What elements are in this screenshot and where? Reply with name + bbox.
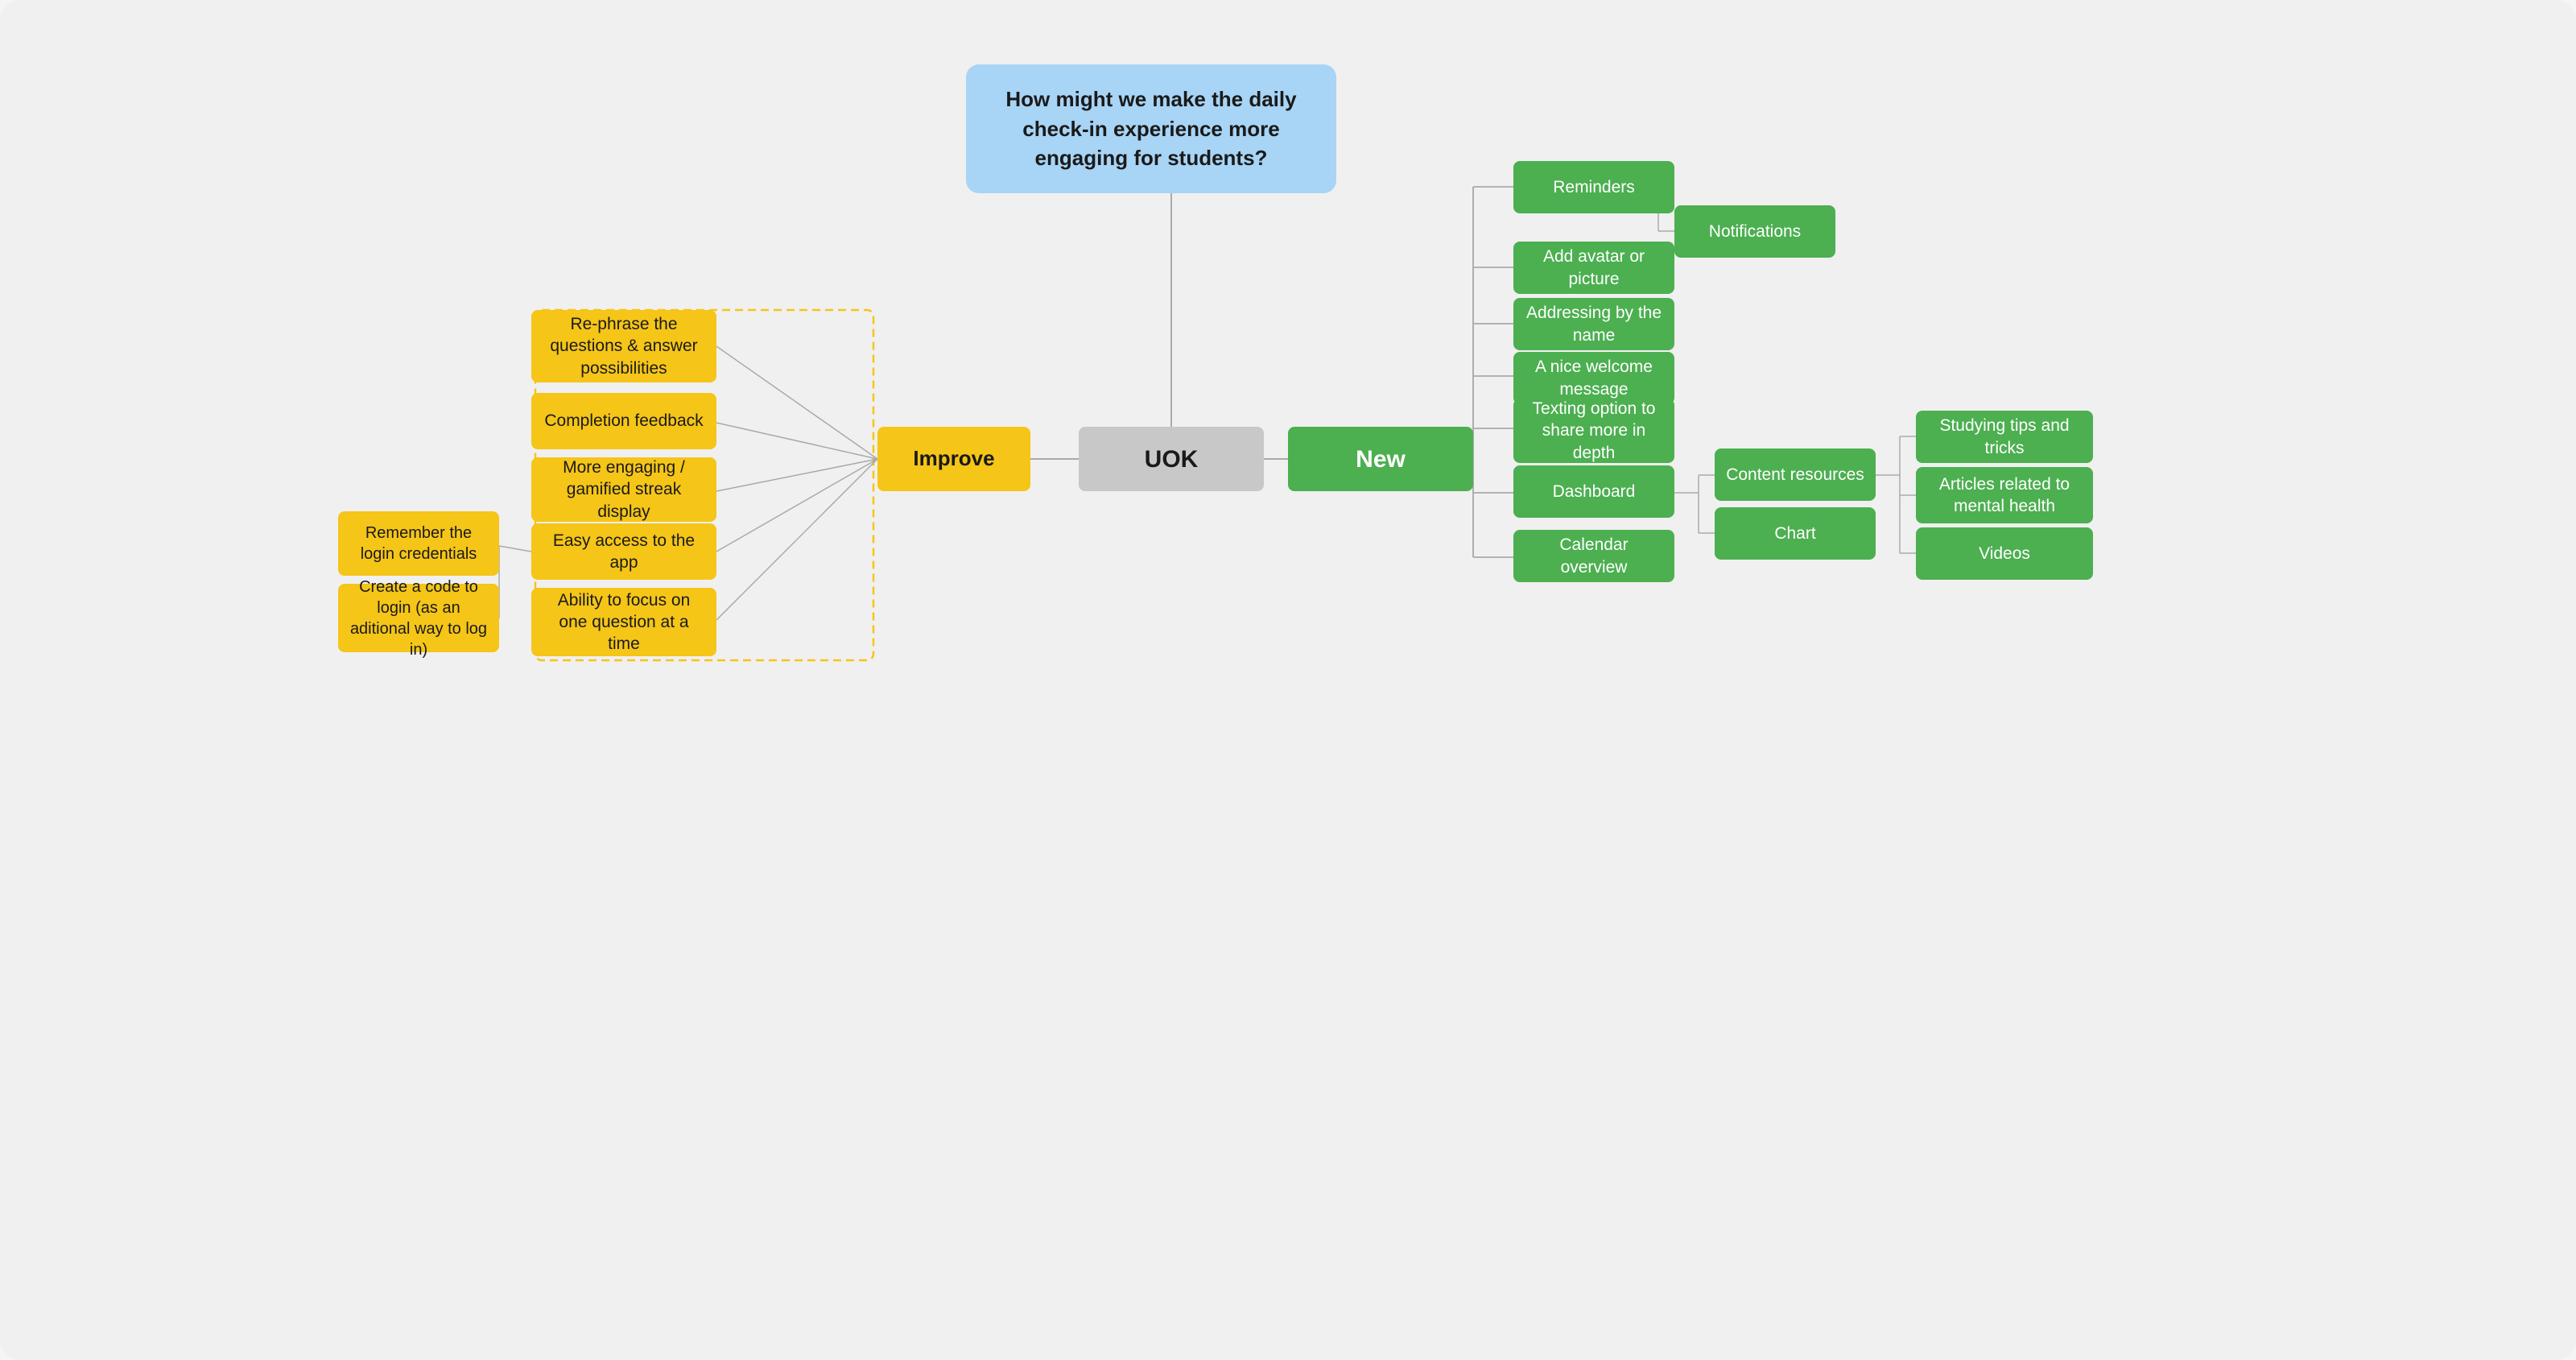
easy-access-node[interactable]: Easy access to the app — [531, 523, 716, 580]
welcome-message-node[interactable]: A nice welcome message — [1513, 352, 1674, 404]
reminders-node[interactable]: Reminders — [1513, 161, 1674, 213]
completion-feedback-node[interactable]: Completion feedback — [531, 393, 716, 449]
chart-node[interactable]: Chart — [1715, 507, 1876, 560]
dashboard-node[interactable]: Dashboard — [1513, 465, 1674, 518]
content-resources-node[interactable]: Content resources — [1715, 449, 1876, 501]
uok-node[interactable]: UOK — [1079, 427, 1264, 491]
rephrase-node[interactable]: Re-phrase the questions & answer possibi… — [531, 310, 716, 382]
videos-node[interactable]: Videos — [1916, 527, 2093, 580]
articles-mental-node[interactable]: Articles related to mental health — [1916, 467, 2093, 523]
mindmap-canvas: How might we make the daily check-in exp… — [0, 0, 2576, 1360]
notifications-node[interactable]: Notifications — [1674, 205, 1835, 258]
texting-option-node[interactable]: Texting option to share more in depth — [1513, 399, 1674, 463]
add-avatar-node[interactable]: Add avatar or picture — [1513, 242, 1674, 294]
studying-tips-node[interactable]: Studying tips and tricks — [1916, 411, 2093, 463]
connections-svg — [0, 0, 2576, 1360]
calendar-overview-node[interactable]: Calendar overview — [1513, 530, 1674, 582]
ability-focus-node[interactable]: Ability to focus on one question at a ti… — [531, 588, 716, 656]
new-node[interactable]: New — [1288, 427, 1473, 491]
create-code-node[interactable]: Create a code to login (as an aditional … — [338, 584, 499, 652]
remember-login-node[interactable]: Remember the login credentials — [338, 511, 499, 576]
improve-node[interactable]: Improve — [877, 427, 1030, 491]
more-engaging-node[interactable]: More engaging / gamified streak display — [531, 457, 716, 522]
addressing-name-node[interactable]: Addressing by the name — [1513, 298, 1674, 350]
central-question-node[interactable]: How might we make the daily check-in exp… — [966, 64, 1336, 193]
